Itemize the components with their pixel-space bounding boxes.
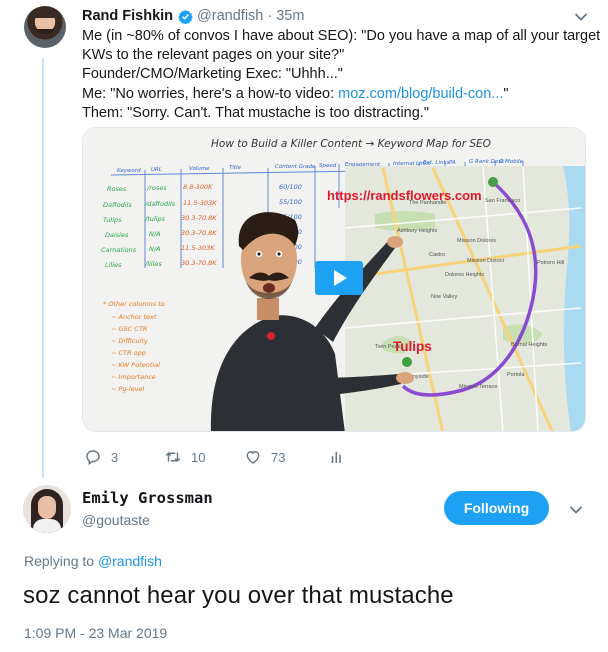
svg-text:30.3-70.8K: 30.3-70.8K	[181, 259, 217, 267]
svg-text:Mission Terrace: Mission Terrace	[459, 384, 497, 390]
svg-text:* Other columns to: * Other columns to	[103, 300, 165, 308]
tweet-header: Rand Fishkin @randfish · 35m	[82, 6, 304, 26]
svg-text:Roses: Roses	[107, 185, 127, 193]
play-icon[interactable]	[315, 261, 363, 295]
svg-text:Portola: Portola	[507, 372, 525, 378]
svg-text:30.3-70.8K: 30.3-70.8K	[181, 229, 217, 237]
author-handle[interactable]: @randfish	[197, 8, 263, 24]
svg-text:Ashbury Heights: Ashbury Heights	[397, 228, 438, 234]
svg-text:Potrero Hill: Potrero Hill	[537, 260, 564, 266]
tweet-line: Founder/CMO/Marketing Exec: "Uhhh..."	[82, 66, 343, 83]
whiteboard-title: How to Build a Killer Content → Keyword …	[211, 138, 491, 150]
svg-text:30.3-70.8K: 30.3-70.8K	[181, 214, 217, 222]
retweet-icon	[165, 452, 181, 462]
svg-text:Daisies: Daisies	[105, 231, 129, 239]
map-url-label: https://randsflowers.com	[327, 188, 482, 203]
tweet-time[interactable]: 35m	[276, 8, 304, 24]
svg-text:N/A: N/A	[149, 245, 161, 253]
chevron-down-icon[interactable]	[569, 505, 583, 515]
board-header: Speed	[319, 163, 337, 169]
reply-author-name[interactable]: Emily Grossman	[82, 489, 213, 507]
replying-to: Replying to @randfish	[24, 553, 162, 569]
svg-text:~ CTR opp: ~ CTR opp	[111, 349, 146, 357]
thread-connector-line	[42, 58, 44, 478]
svg-text:/roses: /roses	[146, 184, 167, 192]
article-link[interactable]: moz.com/blog/build-con...	[338, 86, 503, 102]
svg-text:~ Anchor text: ~ Anchor text	[111, 313, 157, 321]
svg-text:Noe Valley: Noe Valley	[431, 294, 457, 300]
tweet-text: Me (in ~80% of convos I have about SEO):…	[82, 27, 601, 123]
tweet-line: Me: "No worries, here's a how-to video:	[82, 85, 339, 102]
svg-text:~ Pg-level: ~ Pg-level	[111, 385, 145, 393]
svg-text:~ GSC CTR: ~ GSC CTR	[111, 325, 147, 333]
svg-text:8.8-300K: 8.8-300K	[183, 183, 213, 191]
replying-prefix: Replying to	[24, 553, 98, 569]
author-name[interactable]: Rand Fishkin	[82, 8, 173, 24]
video-thumbnail[interactable]: Keyword URL Volume Title Content Grade S…	[82, 127, 586, 432]
svg-text:~ KW Potential: ~ KW Potential	[111, 361, 160, 369]
tweet-line-with-link: Me: "No worries, here's a how-to video: …	[82, 85, 597, 104]
reply-count: 3	[111, 449, 119, 465]
svg-text:Carnations: Carnations	[101, 246, 137, 254]
tweet-line: Them: "Sorry. Can't. That mustache is to…	[82, 104, 429, 121]
board-header: Keyword	[117, 168, 141, 174]
analytics-icon	[331, 451, 341, 463]
svg-text:55/100: 55/100	[279, 198, 302, 206]
replying-to-handle[interactable]: @randfish	[98, 553, 162, 569]
like-icon	[246, 451, 260, 464]
svg-text:11.5-303K: 11.5-303K	[181, 244, 215, 252]
tweet-actions: 3 10 73	[84, 446, 355, 468]
board-header: Title	[229, 165, 242, 171]
svg-text:Bernal Heights: Bernal Heights	[511, 342, 547, 348]
board-header: URL	[151, 167, 162, 173]
svg-text:11.5-303K: 11.5-303K	[183, 199, 217, 207]
analytics-button[interactable]	[328, 448, 355, 466]
avatar[interactable]	[24, 6, 66, 48]
avatar[interactable]	[23, 485, 71, 533]
board-header: Content Grade	[275, 164, 316, 170]
svg-text:~ Importance: ~ Importance	[111, 373, 156, 381]
svg-text:/lilies: /lilies	[144, 260, 162, 268]
svg-text:Dolores Heights: Dolores Heights	[445, 272, 484, 278]
svg-text:Mission District: Mission District	[467, 258, 504, 264]
board-header: PA	[449, 160, 456, 166]
map-pin-label: Tulips	[393, 339, 432, 354]
tweet-line: "	[503, 85, 509, 102]
board-header: G Mobile	[499, 159, 524, 165]
like-button[interactable]: 73	[244, 448, 328, 466]
tweet-line: KWs to the relevant pages on your site?"	[82, 47, 345, 64]
svg-text:~ Difficulty: ~ Difficulty	[111, 337, 148, 345]
like-count: 73	[271, 449, 286, 465]
svg-text:Daffodils: Daffodils	[103, 201, 132, 209]
svg-text:Mission Dolores: Mission Dolores	[457, 238, 496, 244]
reply-text: soz cannot hear you over that mustache	[23, 582, 454, 609]
board-header: Ext. Links	[423, 160, 450, 166]
verified-badge-icon	[178, 9, 193, 24]
board-header: Volume	[189, 166, 210, 172]
tweet-line: Me (in ~80% of convos I have about SEO):…	[82, 28, 601, 44]
retweet-count: 10	[191, 449, 206, 465]
svg-text:/daffodils: /daffodils	[144, 200, 176, 208]
svg-text:San Francisco: San Francisco	[485, 198, 520, 204]
following-button[interactable]: Following	[444, 491, 549, 525]
svg-text:Lilies: Lilies	[105, 261, 122, 269]
reply-button[interactable]: 3	[84, 448, 164, 466]
svg-text:/tulips: /tulips	[144, 215, 166, 223]
chevron-down-icon[interactable]	[574, 12, 588, 22]
reply-icon	[86, 450, 100, 466]
retweet-button[interactable]: 10	[164, 448, 244, 466]
reply-author-handle[interactable]: @goutaste	[82, 512, 150, 528]
svg-text:Tulips: Tulips	[103, 216, 122, 224]
separator-dot: ·	[267, 8, 273, 24]
svg-text:60/100: 60/100	[279, 183, 302, 191]
svg-text:Castro: Castro	[429, 252, 445, 258]
svg-text:N/A: N/A	[149, 230, 161, 238]
reply-timestamp[interactable]: 1:09 PM - 23 Mar 2019	[24, 625, 167, 641]
